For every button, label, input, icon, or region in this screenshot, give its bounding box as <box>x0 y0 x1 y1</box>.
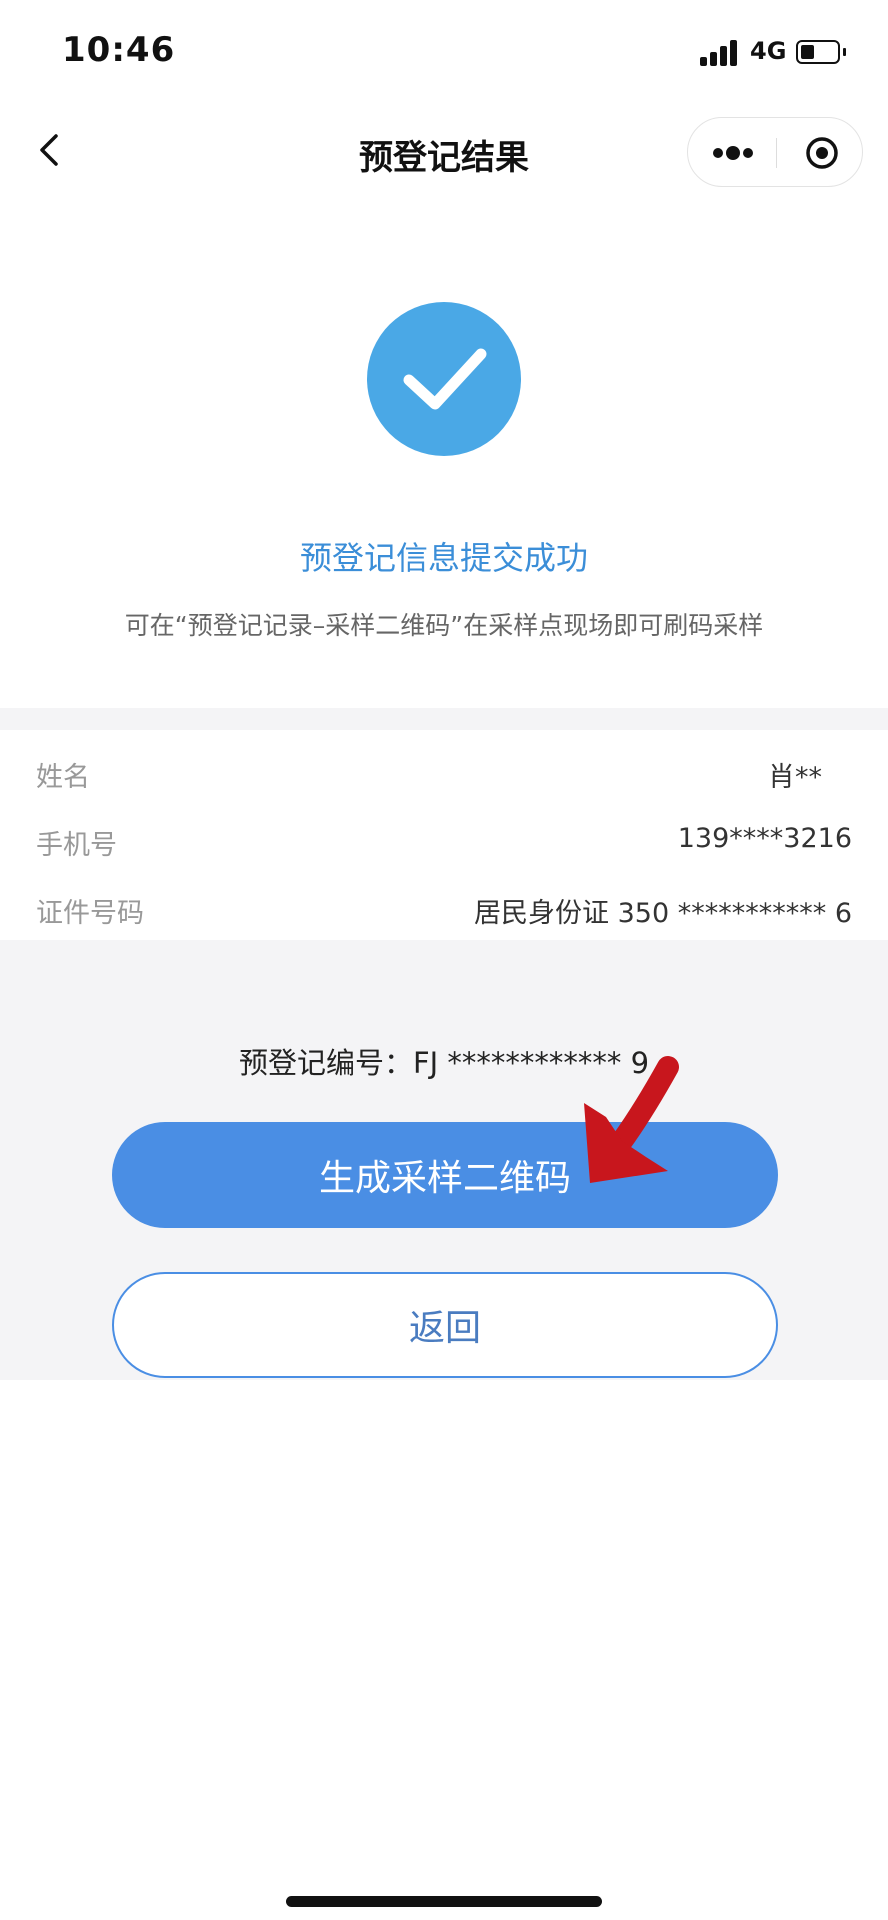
status-time: 10:46 <box>62 30 176 70</box>
back-button[interactable]: 返回 <box>112 1272 778 1378</box>
info-label: 手机号 <box>36 830 117 861</box>
network-type: 4G <box>750 37 787 65</box>
info-value: 居民身份证 350 *********** 6 <box>474 898 852 929</box>
mini-program-capsule <box>687 117 863 187</box>
home-indicator <box>286 1896 602 1907</box>
check-circle-icon <box>367 302 521 456</box>
info-panel: 姓名 肖** 手机号 139****3216 证件号码 居民身份证 350 **… <box>0 730 888 940</box>
info-row-name: 姓名 肖** <box>36 755 852 805</box>
info-value: 139****3216 <box>677 823 852 854</box>
info-row-phone: 手机号 139****3216 <box>36 823 852 873</box>
nav-bar: 预登记结果 <box>0 100 888 200</box>
capsule-divider <box>776 138 777 168</box>
success-description: 可在“预登记记录–采样二维码”在采样点现场即可刷码采样 <box>124 611 764 640</box>
info-value: 肖** <box>768 762 822 793</box>
success-title: 预登记信息提交成功 <box>299 539 588 577</box>
action-section: 预登记编号：FJ ************ 9 生成采样二维码 返回 <box>0 940 888 1380</box>
annotation-arrow-icon <box>584 1056 679 1183</box>
battery-icon <box>796 40 840 64</box>
section-divider <box>0 708 888 730</box>
battery-fill <box>801 45 814 59</box>
info-row-id: 证件号码 居民身份证 350 *********** 6 <box>36 891 852 941</box>
registration-number: 预登记编号：FJ ************ 9 <box>238 1046 650 1080</box>
target-circle-icon[interactable] <box>804 135 840 171</box>
info-label: 姓名 <box>36 762 90 793</box>
status-bar: 10:46 4G <box>0 0 888 100</box>
battery-cap <box>843 48 846 56</box>
more-dots-icon[interactable] <box>708 140 758 166</box>
signal-icon <box>700 38 742 66</box>
info-label: 证件号码 <box>36 898 144 929</box>
